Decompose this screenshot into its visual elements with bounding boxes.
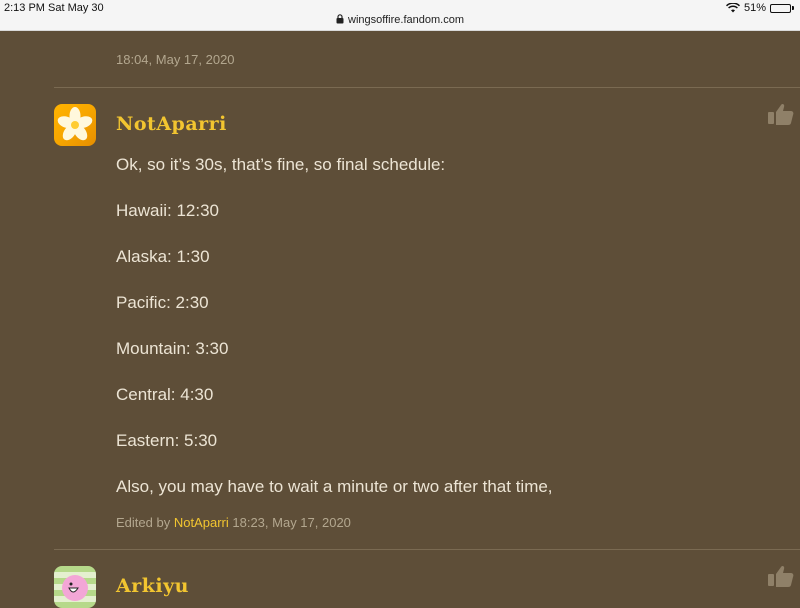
comment-divider bbox=[54, 549, 800, 550]
comment-divider bbox=[54, 87, 800, 88]
comment-username[interactable]: Arkiyu bbox=[116, 575, 189, 597]
pink-creature-icon bbox=[62, 575, 88, 601]
comment-text-line: Eastern: 5:30 bbox=[116, 431, 218, 450]
edited-timestamp: 18:23, May 17, 2020 bbox=[232, 515, 351, 530]
status-bar: 2:13 PM Sat May 30 51% wingsoffire.fando… bbox=[0, 0, 800, 31]
url-bar[interactable]: wingsoffire.fandom.com bbox=[0, 14, 800, 27]
lock-icon bbox=[336, 14, 344, 27]
avatar[interactable] bbox=[54, 566, 96, 608]
status-time: 2:13 PM bbox=[4, 2, 45, 14]
status-right: 51% bbox=[725, 2, 794, 14]
comment-username[interactable]: NotAparri bbox=[116, 113, 227, 135]
thumbs-up-icon[interactable] bbox=[767, 564, 795, 593]
comment-text-line: Alaska: 1:30 bbox=[116, 247, 210, 266]
battery-percent: 51% bbox=[743, 2, 766, 14]
status-date: Sat May 30 bbox=[48, 2, 104, 14]
plumeria-flower-icon bbox=[57, 107, 93, 141]
url-text: wingsoffire.fandom.com bbox=[348, 14, 464, 26]
comment-text-line: Also, you may have to wait a minute or t… bbox=[116, 477, 553, 496]
edited-prefix: Edited by bbox=[116, 515, 171, 530]
edited-by-user-link[interactable]: NotAparri bbox=[174, 515, 229, 530]
avatar[interactable] bbox=[54, 104, 96, 146]
comment-text-line: Mountain: 3:30 bbox=[116, 339, 229, 358]
wifi-icon bbox=[725, 3, 740, 13]
previous-comment-timestamp: 18:04, May 17, 2020 bbox=[116, 52, 235, 67]
comment-text-line: Central: 4:30 bbox=[116, 385, 214, 404]
comment-text-line: Pacific: 2:30 bbox=[116, 293, 209, 312]
comment-text-line: Ok, so it’s 30s, that’s fine, so final s… bbox=[116, 155, 446, 174]
comment-text-line: Hawaii: 12:30 bbox=[116, 201, 220, 220]
edited-info: Edited by NotAparri 18:23, May 17, 2020 bbox=[116, 515, 351, 530]
battery-icon bbox=[770, 3, 794, 13]
thumbs-up-icon[interactable] bbox=[767, 102, 795, 131]
